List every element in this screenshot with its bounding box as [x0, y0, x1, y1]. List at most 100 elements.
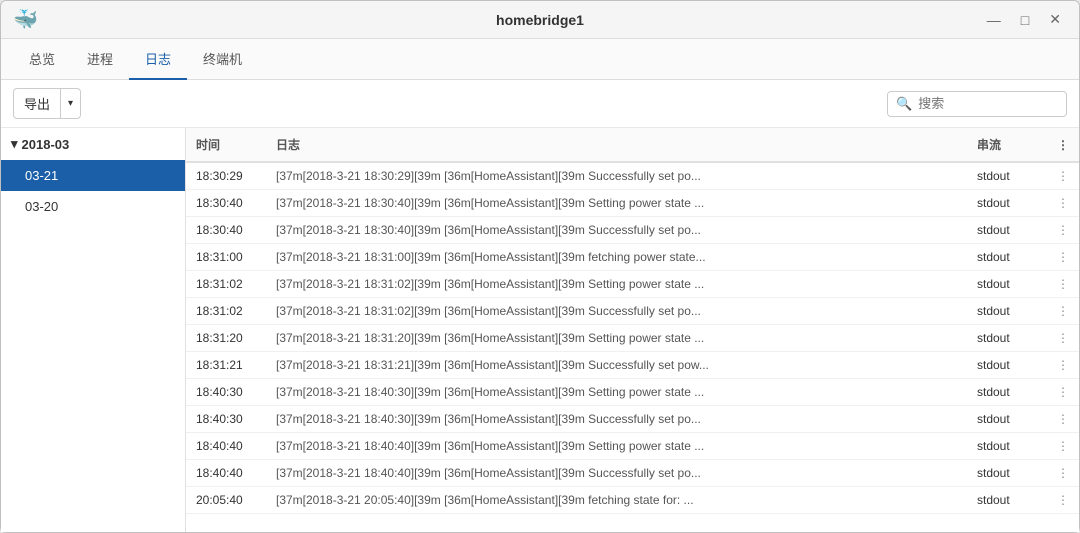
cell-log: [37m[2018-3-21 18:30:29][39m [36m[HomeAs…	[266, 162, 967, 190]
cell-stream: stdout	[967, 298, 1047, 325]
logs-table: 时间 日志 串流 ⋮ 18:30:29[37m[2018-3-21 18:30:…	[186, 128, 1079, 514]
search-box[interactable]: 🔍	[887, 91, 1067, 117]
tab-overview[interactable]: 总览	[13, 39, 71, 80]
export-button[interactable]: 导出 ▾	[13, 88, 81, 119]
cell-log: [37m[2018-3-21 18:30:40][39m [36m[HomeAs…	[266, 217, 967, 244]
cell-more[interactable]: ⋮	[1047, 433, 1079, 460]
cell-more[interactable]: ⋮	[1047, 325, 1079, 352]
sidebar-group-label: 2018-03	[22, 137, 70, 152]
toolbar: 导出 ▾ 🔍	[1, 80, 1079, 128]
table-row: 18:30:40[37m[2018-3-21 18:30:40][39m [36…	[186, 190, 1079, 217]
table-row: 18:31:21[37m[2018-3-21 18:31:21][39m [36…	[186, 352, 1079, 379]
cell-more[interactable]: ⋮	[1047, 162, 1079, 190]
more-icon[interactable]: ⋮	[1057, 358, 1069, 372]
search-icon: 🔍	[896, 96, 912, 112]
titlebar-left: 🐳	[13, 7, 38, 32]
cell-log: [37m[2018-3-21 18:30:40][39m [36m[HomeAs…	[266, 190, 967, 217]
cell-time: 18:31:00	[186, 244, 266, 271]
minimize-button[interactable]: —	[981, 10, 1007, 30]
cell-stream: stdout	[967, 406, 1047, 433]
cell-time: 18:31:20	[186, 325, 266, 352]
cell-more[interactable]: ⋮	[1047, 298, 1079, 325]
more-icon[interactable]: ⋮	[1057, 331, 1069, 345]
cell-log: [37m[2018-3-21 18:31:20][39m [36m[HomeAs…	[266, 325, 967, 352]
cell-time: 20:05:40	[186, 487, 266, 514]
cell-time: 18:40:30	[186, 379, 266, 406]
cell-log: [37m[2018-3-21 18:31:00][39m [36m[HomeAs…	[266, 244, 967, 271]
cell-time: 18:30:29	[186, 162, 266, 190]
search-input[interactable]	[918, 96, 1058, 111]
table-row: 18:40:30[37m[2018-3-21 18:40:30][39m [36…	[186, 379, 1079, 406]
main-content: ▾ 2018-03 03-21 03-20 时间 日志 串流 ⋮ 18:30:2…	[1, 128, 1079, 532]
cell-stream: stdout	[967, 352, 1047, 379]
tab-process[interactable]: 进程	[71, 39, 129, 80]
more-icon[interactable]: ⋮	[1057, 250, 1069, 264]
cell-log: [37m[2018-3-21 18:31:21][39m [36m[HomeAs…	[266, 352, 967, 379]
table-row: 18:30:40[37m[2018-3-21 18:30:40][39m [36…	[186, 217, 1079, 244]
log-table: 时间 日志 串流 ⋮ 18:30:29[37m[2018-3-21 18:30:…	[186, 128, 1079, 532]
more-icon[interactable]: ⋮	[1057, 493, 1069, 507]
cell-stream: stdout	[967, 162, 1047, 190]
cell-stream: stdout	[967, 379, 1047, 406]
cell-more[interactable]: ⋮	[1047, 217, 1079, 244]
cell-log: [37m[2018-3-21 18:40:40][39m [36m[HomeAs…	[266, 460, 967, 487]
sidebar: ▾ 2018-03 03-21 03-20	[1, 128, 186, 532]
export-dropdown-icon[interactable]: ▾	[61, 93, 80, 114]
cell-time: 18:40:40	[186, 433, 266, 460]
more-icon[interactable]: ⋮	[1057, 412, 1069, 426]
sidebar-item-03-21[interactable]: 03-21	[1, 160, 185, 191]
close-button[interactable]: ✕	[1043, 9, 1067, 30]
tab-terminal[interactable]: 终端机	[187, 39, 258, 80]
toolbar-left: 导出 ▾	[13, 88, 81, 119]
cell-more[interactable]: ⋮	[1047, 379, 1079, 406]
maximize-button[interactable]: □	[1015, 10, 1035, 30]
cell-log: [37m[2018-3-21 18:40:30][39m [36m[HomeAs…	[266, 379, 967, 406]
cell-stream: stdout	[967, 460, 1047, 487]
more-icon[interactable]: ⋮	[1057, 196, 1069, 210]
export-label[interactable]: 导出	[14, 89, 61, 118]
col-header-log: 日志	[266, 128, 967, 162]
cell-more[interactable]: ⋮	[1047, 487, 1079, 514]
cell-more[interactable]: ⋮	[1047, 190, 1079, 217]
table-row: 18:31:00[37m[2018-3-21 18:31:00][39m [36…	[186, 244, 1079, 271]
col-header-stream: 串流	[967, 128, 1047, 162]
cell-more[interactable]: ⋮	[1047, 271, 1079, 298]
more-icon[interactable]: ⋮	[1057, 466, 1069, 480]
chevron-down-icon: ▾	[11, 136, 18, 152]
app-icon: 🐳	[13, 7, 38, 32]
more-icon[interactable]: ⋮	[1057, 223, 1069, 237]
more-icon[interactable]: ⋮	[1057, 169, 1069, 183]
cell-stream: stdout	[967, 433, 1047, 460]
table-row: 18:40:30[37m[2018-3-21 18:40:30][39m [36…	[186, 406, 1079, 433]
tab-logs[interactable]: 日志	[129, 39, 187, 80]
cell-log: [37m[2018-3-21 18:40:30][39m [36m[HomeAs…	[266, 406, 967, 433]
cell-more[interactable]: ⋮	[1047, 244, 1079, 271]
cell-time: 18:40:30	[186, 406, 266, 433]
cell-stream: stdout	[967, 271, 1047, 298]
sidebar-item-03-20[interactable]: 03-20	[1, 191, 185, 222]
cell-more[interactable]: ⋮	[1047, 352, 1079, 379]
table-row: 18:40:40[37m[2018-3-21 18:40:40][39m [36…	[186, 433, 1079, 460]
table-row: 18:31:20[37m[2018-3-21 18:31:20][39m [36…	[186, 325, 1079, 352]
cell-log: [37m[2018-3-21 20:05:40][39m [36m[HomeAs…	[266, 487, 967, 514]
cell-time: 18:31:02	[186, 271, 266, 298]
table-row: 20:05:40[37m[2018-3-21 20:05:40][39m [36…	[186, 487, 1079, 514]
table-row: 18:30:29[37m[2018-3-21 18:30:29][39m [36…	[186, 162, 1079, 190]
cell-time: 18:40:40	[186, 460, 266, 487]
col-header-more: ⋮	[1047, 128, 1079, 162]
more-icon[interactable]: ⋮	[1057, 439, 1069, 453]
cell-stream: stdout	[967, 217, 1047, 244]
cell-time: 18:30:40	[186, 217, 266, 244]
cell-more[interactable]: ⋮	[1047, 406, 1079, 433]
more-icon[interactable]: ⋮	[1057, 277, 1069, 291]
sidebar-group-2018-03[interactable]: ▾ 2018-03	[1, 128, 185, 160]
cell-stream: stdout	[967, 487, 1047, 514]
cell-more[interactable]: ⋮	[1047, 460, 1079, 487]
more-icon[interactable]: ⋮	[1057, 304, 1069, 318]
titlebar: 🐳 homebridge1 — □ ✕	[1, 1, 1079, 39]
tab-bar: 总览 进程 日志 终端机	[1, 39, 1079, 80]
cell-time: 18:30:40	[186, 190, 266, 217]
table-row: 18:31:02[37m[2018-3-21 18:31:02][39m [36…	[186, 298, 1079, 325]
cell-stream: stdout	[967, 244, 1047, 271]
more-icon[interactable]: ⋮	[1057, 385, 1069, 399]
